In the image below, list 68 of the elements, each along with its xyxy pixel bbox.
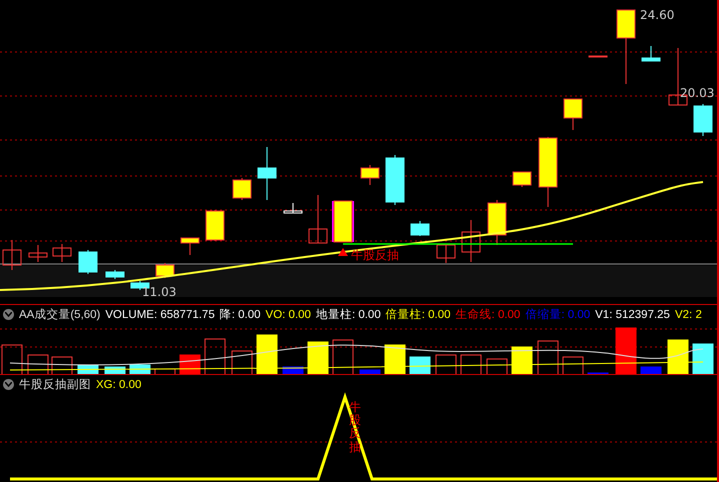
volume-bar	[204, 338, 226, 374]
indicator-title: 牛股反抽副图	[19, 378, 91, 392]
volume-bar	[486, 358, 508, 374]
indicator-readout: V1: 512397.25	[595, 308, 670, 320]
volume-bar	[384, 344, 406, 374]
indicator-readout: 倍缩量: 0.00	[525, 308, 590, 322]
price-label: 24.60	[640, 8, 674, 22]
candlestick	[258, 146, 276, 200]
indicator-readout: VOLUME: 658771.75	[105, 308, 215, 320]
indicator-readout: V2: 2	[674, 308, 702, 320]
volume-bar	[308, 342, 328, 374]
indicator-readout: XG: 0.00	[96, 378, 142, 390]
candlestick	[156, 262, 174, 278]
candlestick	[28, 244, 48, 262]
candlestick	[78, 250, 98, 274]
candlestick	[386, 154, 404, 206]
candlestick	[308, 194, 328, 244]
volume-bar	[538, 340, 558, 374]
candlestick	[462, 220, 480, 262]
volume-bar	[154, 368, 176, 374]
volume-bar	[2, 344, 22, 374]
candlestick	[538, 136, 558, 208]
candlestick	[52, 244, 72, 262]
candlestick	[564, 98, 582, 130]
volume-bar	[668, 340, 688, 374]
volume-bar	[562, 356, 584, 374]
volume-bar	[232, 350, 252, 374]
volume-bar	[52, 356, 72, 374]
indicator-readout: 生命线: 0.00	[456, 308, 520, 322]
indicator-title: AA成交量(5,60)	[19, 307, 100, 322]
volume-bar	[28, 354, 48, 374]
candlestick	[360, 164, 380, 186]
collapse-toggle-icon[interactable]	[3, 309, 14, 320]
indicator-readout: 降: 0.00	[220, 308, 261, 322]
volume-bar	[180, 354, 200, 374]
candlestick	[180, 238, 200, 256]
candlestick	[232, 178, 252, 200]
candlestick	[332, 200, 354, 242]
volume-bar	[130, 364, 150, 374]
candlestick	[436, 244, 456, 264]
signal-label: 牛股反抽	[351, 247, 399, 264]
up-triangle-icon	[338, 248, 348, 256]
candlestick	[206, 210, 224, 242]
collapse-toggle-icon[interactable]	[3, 379, 14, 390]
candlestick	[284, 202, 302, 214]
candlestick	[410, 220, 430, 236]
volume-bar	[256, 334, 278, 374]
price-label: 20.03	[680, 86, 714, 100]
price-label: 11.03	[142, 285, 176, 299]
candlestick	[588, 56, 608, 58]
candlestick	[488, 200, 506, 246]
candlestick	[106, 270, 124, 280]
candlestick	[2, 240, 22, 270]
candlestick	[512, 172, 532, 188]
volume-bar	[512, 346, 532, 374]
volume-bar	[410, 356, 430, 374]
candlestick	[642, 46, 660, 62]
volume-bar	[332, 340, 354, 374]
volume-bar	[640, 366, 662, 374]
volume-bar	[436, 354, 456, 374]
indicator-readout: VO: 0.00	[266, 308, 311, 320]
volume-bar	[360, 370, 380, 374]
volume-bar	[616, 328, 636, 374]
volume-bar	[460, 354, 482, 374]
candlestick	[694, 104, 712, 136]
volume-bar	[692, 344, 714, 374]
indicator-readout: 倍量柱: 0.00	[386, 308, 451, 322]
indicator-readout: 地量柱: 0.00	[316, 308, 381, 322]
